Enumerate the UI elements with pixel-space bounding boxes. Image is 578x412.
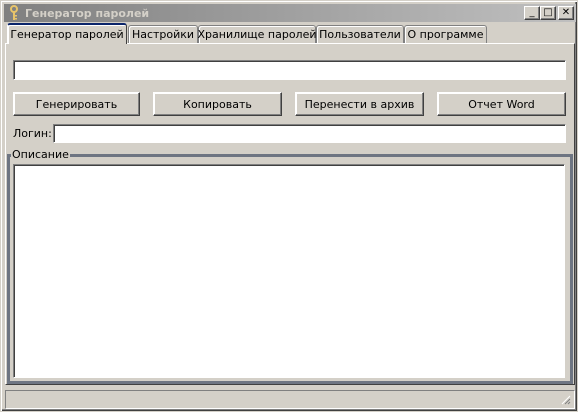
tab-password-storage[interactable]: Хранилище паролей <box>197 25 317 43</box>
tab-label: О программе <box>407 28 484 41</box>
close-icon: ✕ <box>561 7 571 18</box>
maximize-icon: □ <box>543 7 553 18</box>
status-bar <box>5 390 575 409</box>
copy-button[interactable]: Копировать <box>153 92 282 116</box>
tab-about[interactable]: О программе <box>404 25 487 43</box>
tab-users[interactable]: Пользователи <box>316 25 404 43</box>
login-input[interactable] <box>53 124 566 143</box>
generate-button[interactable]: Генерировать <box>13 92 140 116</box>
login-label: Логин: <box>13 127 52 140</box>
archive-button[interactable]: Перенести в архив <box>295 92 424 116</box>
tab-password-generator[interactable]: Генератор паролей <box>7 23 127 44</box>
minimize-button[interactable]: _ <box>524 6 540 20</box>
description-textarea[interactable] <box>13 164 565 378</box>
tab-settings[interactable]: Настройки <box>128 25 198 43</box>
tab-label: Настройки <box>131 28 195 41</box>
archive-button-label: Перенести в архив <box>304 97 415 111</box>
tab-label: Хранилище паролей <box>197 28 317 41</box>
minimize-icon: _ <box>529 7 535 18</box>
copy-button-label: Копировать <box>183 97 252 111</box>
word-report-button[interactable]: Отчет Word <box>437 92 566 116</box>
window-controls: _ □ ✕ <box>524 6 574 20</box>
tab-panel-generator: Генерировать Копировать Перенести в архи… <box>5 43 575 385</box>
generate-button-label: Генерировать <box>35 97 118 111</box>
title-bar[interactable]: Генератор паролей _ □ ✕ <box>4 4 576 22</box>
word-report-button-label: Отчет Word <box>468 97 535 111</box>
password-output-field[interactable] <box>13 60 566 80</box>
key-icon <box>10 5 18 20</box>
window-title: Генератор паролей <box>25 6 150 20</box>
close-button[interactable]: ✕ <box>558 6 574 20</box>
tab-strip: Генератор паролей Настройки Хранилище па… <box>7 23 573 44</box>
maximize-button[interactable]: □ <box>540 6 556 20</box>
tab-label: Генератор паролей <box>10 28 124 41</box>
description-label: Описание <box>11 148 70 161</box>
tab-label: Пользователи <box>319 28 401 41</box>
resize-grip-icon[interactable] <box>561 395 571 405</box>
main-window: Генератор паролей _ □ ✕ Генератор пароле… <box>0 0 578 412</box>
